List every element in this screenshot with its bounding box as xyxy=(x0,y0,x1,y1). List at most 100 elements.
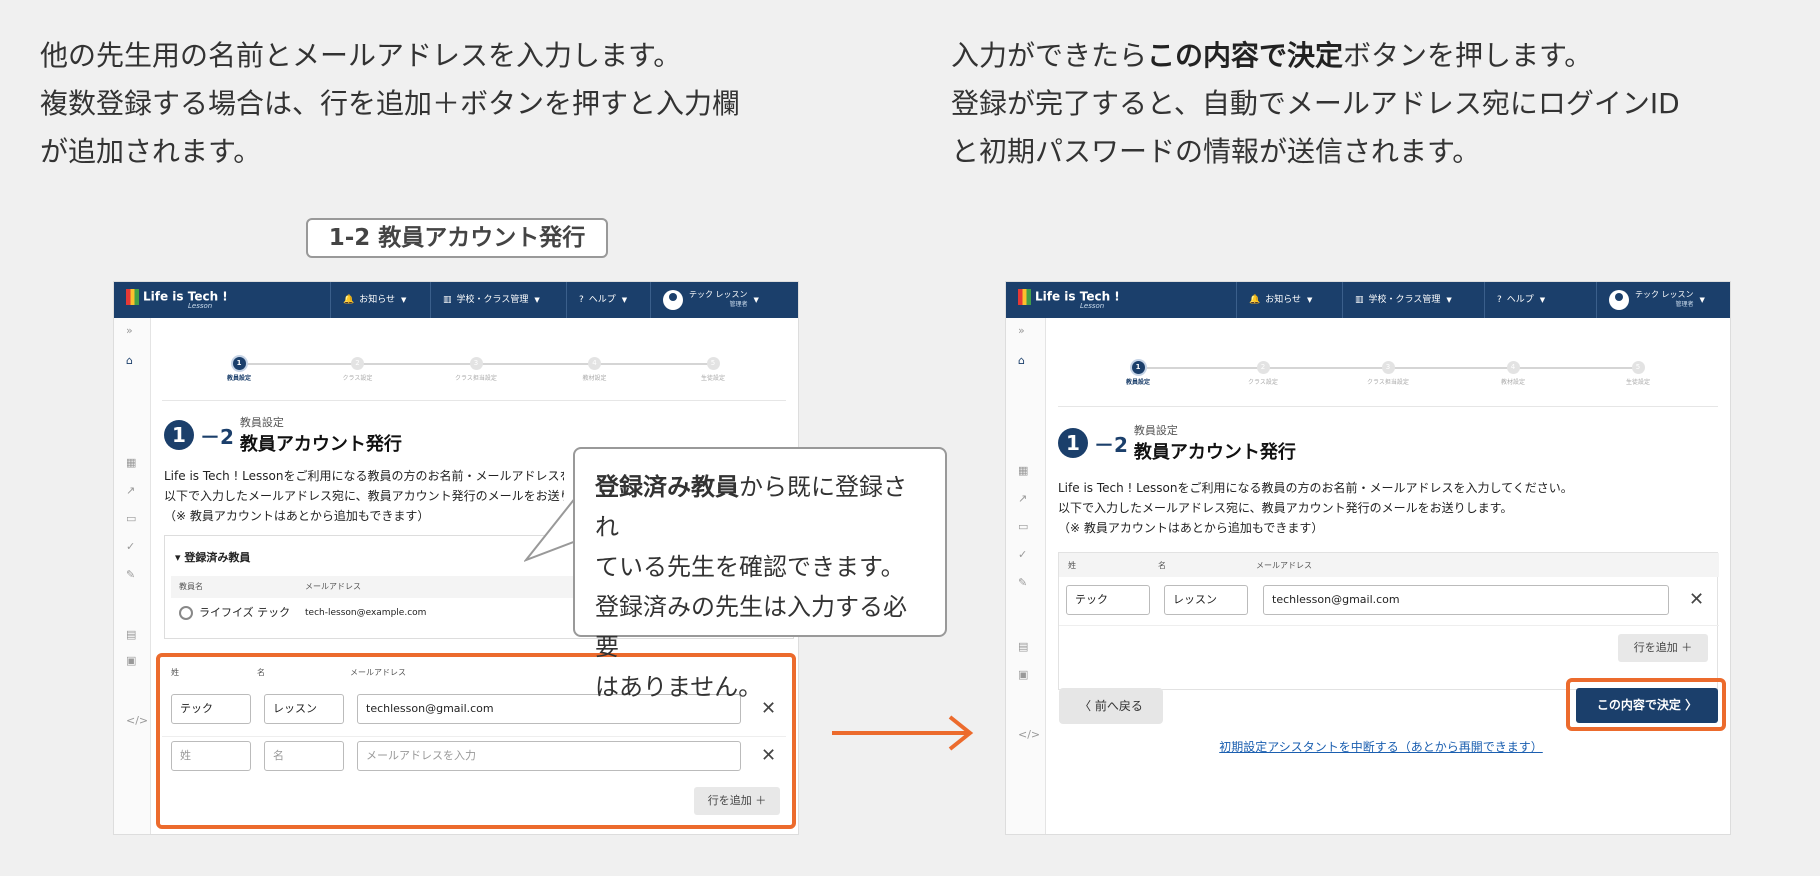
step-dot: 1 xyxy=(232,357,246,370)
left-caption-line1: 他の先生用の名前とメールアドレスを入力します。 xyxy=(40,39,682,72)
description-line3: （※ 教員アカウントはあとから追加もできます） xyxy=(1058,521,1324,535)
check-icon[interactable]: ✓ xyxy=(1018,548,1027,561)
remove-row-icon[interactable]: ✕ xyxy=(1689,589,1704,610)
teacher-name: ライフイズ テック xyxy=(199,606,291,619)
cancel-assistant-link[interactable]: 初期設定アシスタントを中断する（あとから再開できます） xyxy=(1131,738,1631,755)
step-label: 生徒設定 xyxy=(700,375,725,382)
nav-help[interactable]: ? ヘルプ ▼ xyxy=(1484,282,1576,318)
right-caption: 入力ができたらこの内容で決定ボタンを押します。 登録が完了すると、自動でメールア… xyxy=(951,32,1680,176)
nav-notifications[interactable]: 🔔 お知らせ ▼ xyxy=(330,282,430,318)
sidebar: » ⌂ ▦ ↗ ▭ ✓ ✎ ▤ ▣ </> ▭ xyxy=(114,318,151,834)
step-dot: 5 xyxy=(706,357,720,370)
nav-notifications[interactable]: 🔔 お知らせ ▼ xyxy=(1236,282,1342,318)
description: Life is Tech ! Lessonをご利用になる教員の方のお名前・メール… xyxy=(1058,478,1698,538)
step-2: 2 クラス設定 xyxy=(323,357,393,382)
stepper: 1 教員設定 2 クラス設定 3 クラス担当設定 4 教材設定 5 生徒設定 xyxy=(227,357,725,397)
nav-school-class[interactable]: ▥ 学校・クラス管理 ▼ xyxy=(430,282,566,318)
pencil-icon[interactable]: ✎ xyxy=(126,568,135,581)
home-icon[interactable]: ⌂ xyxy=(1018,354,1025,367)
step-label: 教材設定 xyxy=(582,375,607,382)
step-3: 3 クラス担当設定 xyxy=(1353,361,1423,386)
user-role: 管理者 xyxy=(729,300,748,308)
expand-icon[interactable]: » xyxy=(1018,324,1025,337)
top-nav: Life is Tech ! Lesson 🔔 お知らせ ▼ ▥ 学校・クラス管理 ▼ ?… xyxy=(1006,282,1730,318)
app-logo[interactable]: Life is Tech ! Lesson xyxy=(126,289,228,310)
description: Life is Tech ! Lessonをご利用になる教員の方のお名前・メール… xyxy=(164,466,564,526)
document-icon[interactable]: ▤ xyxy=(126,628,136,641)
callout-line3: 登録済みの先生は入力する必要 xyxy=(595,593,907,661)
chevron-down-icon: ▼ xyxy=(401,296,407,304)
pencil-icon[interactable]: ✎ xyxy=(1018,576,1027,589)
first-name-field[interactable]: レッスン xyxy=(1164,585,1248,615)
nav-school-class-label: 学校・クラス管理 xyxy=(456,295,529,305)
monitor-icon[interactable]: ▭ xyxy=(126,512,136,525)
step-dot: 2 xyxy=(351,357,364,370)
left-caption: 他の先生用の名前とメールアドレスを入力します。 複数登録する場合は、行を追加＋ボ… xyxy=(40,32,740,176)
step-label: 教員設定 xyxy=(1125,379,1150,386)
step-dot: 1 xyxy=(1131,361,1145,374)
report-icon[interactable]: ▣ xyxy=(126,654,136,667)
app-logo[interactable]: Life is Tech ! Lesson xyxy=(1018,289,1120,310)
expand-icon[interactable]: » xyxy=(126,324,133,337)
home-icon[interactable]: ⌂ xyxy=(126,354,133,367)
step-1: 1 教員設定 xyxy=(204,357,274,382)
nav-help[interactable]: ? ヘルプ ▼ xyxy=(566,282,650,318)
nav-school-class[interactable]: ▥ 学校・クラス管理 ▼ xyxy=(1342,282,1484,318)
registered-teachers-toggle[interactable]: ▾ 登録済み教員 xyxy=(175,549,250,565)
logo-text: Life is Tech ! xyxy=(1035,289,1120,304)
code-icon[interactable]: </> xyxy=(126,714,148,727)
description-line1: Life is Tech ! Lessonをご利用になる教員の方のお名前・メール… xyxy=(164,469,564,483)
right-app-screenshot: Life is Tech ! Lesson 🔔 お知らせ ▼ ▥ 学校・クラス管理 ▼ ?… xyxy=(1005,281,1731,835)
nav-user-menu[interactable]: テック レッスン 管理者 ▼ xyxy=(650,282,798,318)
page-heading: 1 －2 教員設定 教員アカウント発行 xyxy=(164,414,402,455)
monitor-icon[interactable]: ▭ xyxy=(1018,520,1028,533)
callout-line2: ている先生を確認できます。 xyxy=(595,553,905,581)
last-name-field[interactable]: テック xyxy=(1066,585,1150,615)
user-avatar-icon xyxy=(1609,289,1629,310)
chevron-down-icon: ▼ xyxy=(621,296,628,304)
teacher-email: tech-lesson@example.com xyxy=(305,608,427,618)
description-line3: （※ 教員アカウントはあとから追加もできます） xyxy=(164,509,430,523)
email-field[interactable]: techlesson@gmail.com xyxy=(1263,585,1669,615)
heading-number: 1 xyxy=(164,420,194,450)
back-button[interactable]: 〈 前へ戻る xyxy=(1059,688,1163,724)
heading-sub: 教員設定 xyxy=(239,416,284,429)
report-icon[interactable]: ▣ xyxy=(1018,668,1028,681)
nav-help-label: ヘルプ xyxy=(1506,295,1534,305)
logo-icon xyxy=(1018,289,1031,305)
right-caption-pre: 入力ができたら xyxy=(951,39,1148,72)
chevron-down-icon: ▼ xyxy=(1446,296,1452,304)
add-row-button[interactable]: 行を追加 ＋ xyxy=(1618,634,1708,662)
chart-icon[interactable]: ↗ xyxy=(1018,492,1027,505)
chevron-down-icon: ▼ xyxy=(1539,296,1546,304)
step-3: 3 クラス担当設定 xyxy=(441,357,511,382)
bell-icon: 🔔 xyxy=(1249,295,1261,305)
check-icon[interactable]: ✓ xyxy=(126,540,135,553)
heading-dash-text: － xyxy=(1094,432,1114,457)
step-label: 教材設定 xyxy=(1500,379,1525,386)
user-name: テック レッスン xyxy=(689,289,748,299)
user-info: テック レッスン 管理者 xyxy=(1635,290,1694,310)
building-icon: ▥ xyxy=(1355,295,1364,305)
nav-user-menu[interactable]: テック レッスン 管理者 ▼ xyxy=(1596,282,1730,318)
document-icon[interactable]: ▤ xyxy=(1018,640,1028,653)
calendar-icon[interactable]: ▦ xyxy=(1018,464,1028,477)
sidebar: » ⌂ ▦ ↗ ▭ ✓ ✎ ▤ ▣ </> xyxy=(1006,318,1046,834)
left-caption-line3: が追加されます。 xyxy=(40,135,262,168)
nav-school-class-label: 学校・クラス管理 xyxy=(1368,295,1441,305)
step-dot: 2 xyxy=(1256,361,1270,374)
calendar-icon[interactable]: ▦ xyxy=(126,456,136,469)
heading-number2: 2 xyxy=(220,424,234,449)
code-icon[interactable]: </> xyxy=(1018,728,1040,741)
chevron-down-icon: ▼ xyxy=(753,296,759,304)
user-info: テック レッスン 管理者 xyxy=(689,290,748,310)
chevron-down-icon: ▼ xyxy=(534,296,540,304)
divider xyxy=(1058,406,1718,407)
step-5: 5 生徒設定 xyxy=(678,357,748,382)
description-line1: Life is Tech ! Lessonをご利用になる教員の方のお名前・メール… xyxy=(1058,481,1573,495)
chart-icon[interactable]: ↗ xyxy=(126,484,135,497)
step-dot: 5 xyxy=(1631,361,1645,374)
col-teacher-name: 教員名 xyxy=(179,582,203,591)
heading-dash: －2 xyxy=(200,421,234,450)
row-divider xyxy=(1059,625,1719,626)
